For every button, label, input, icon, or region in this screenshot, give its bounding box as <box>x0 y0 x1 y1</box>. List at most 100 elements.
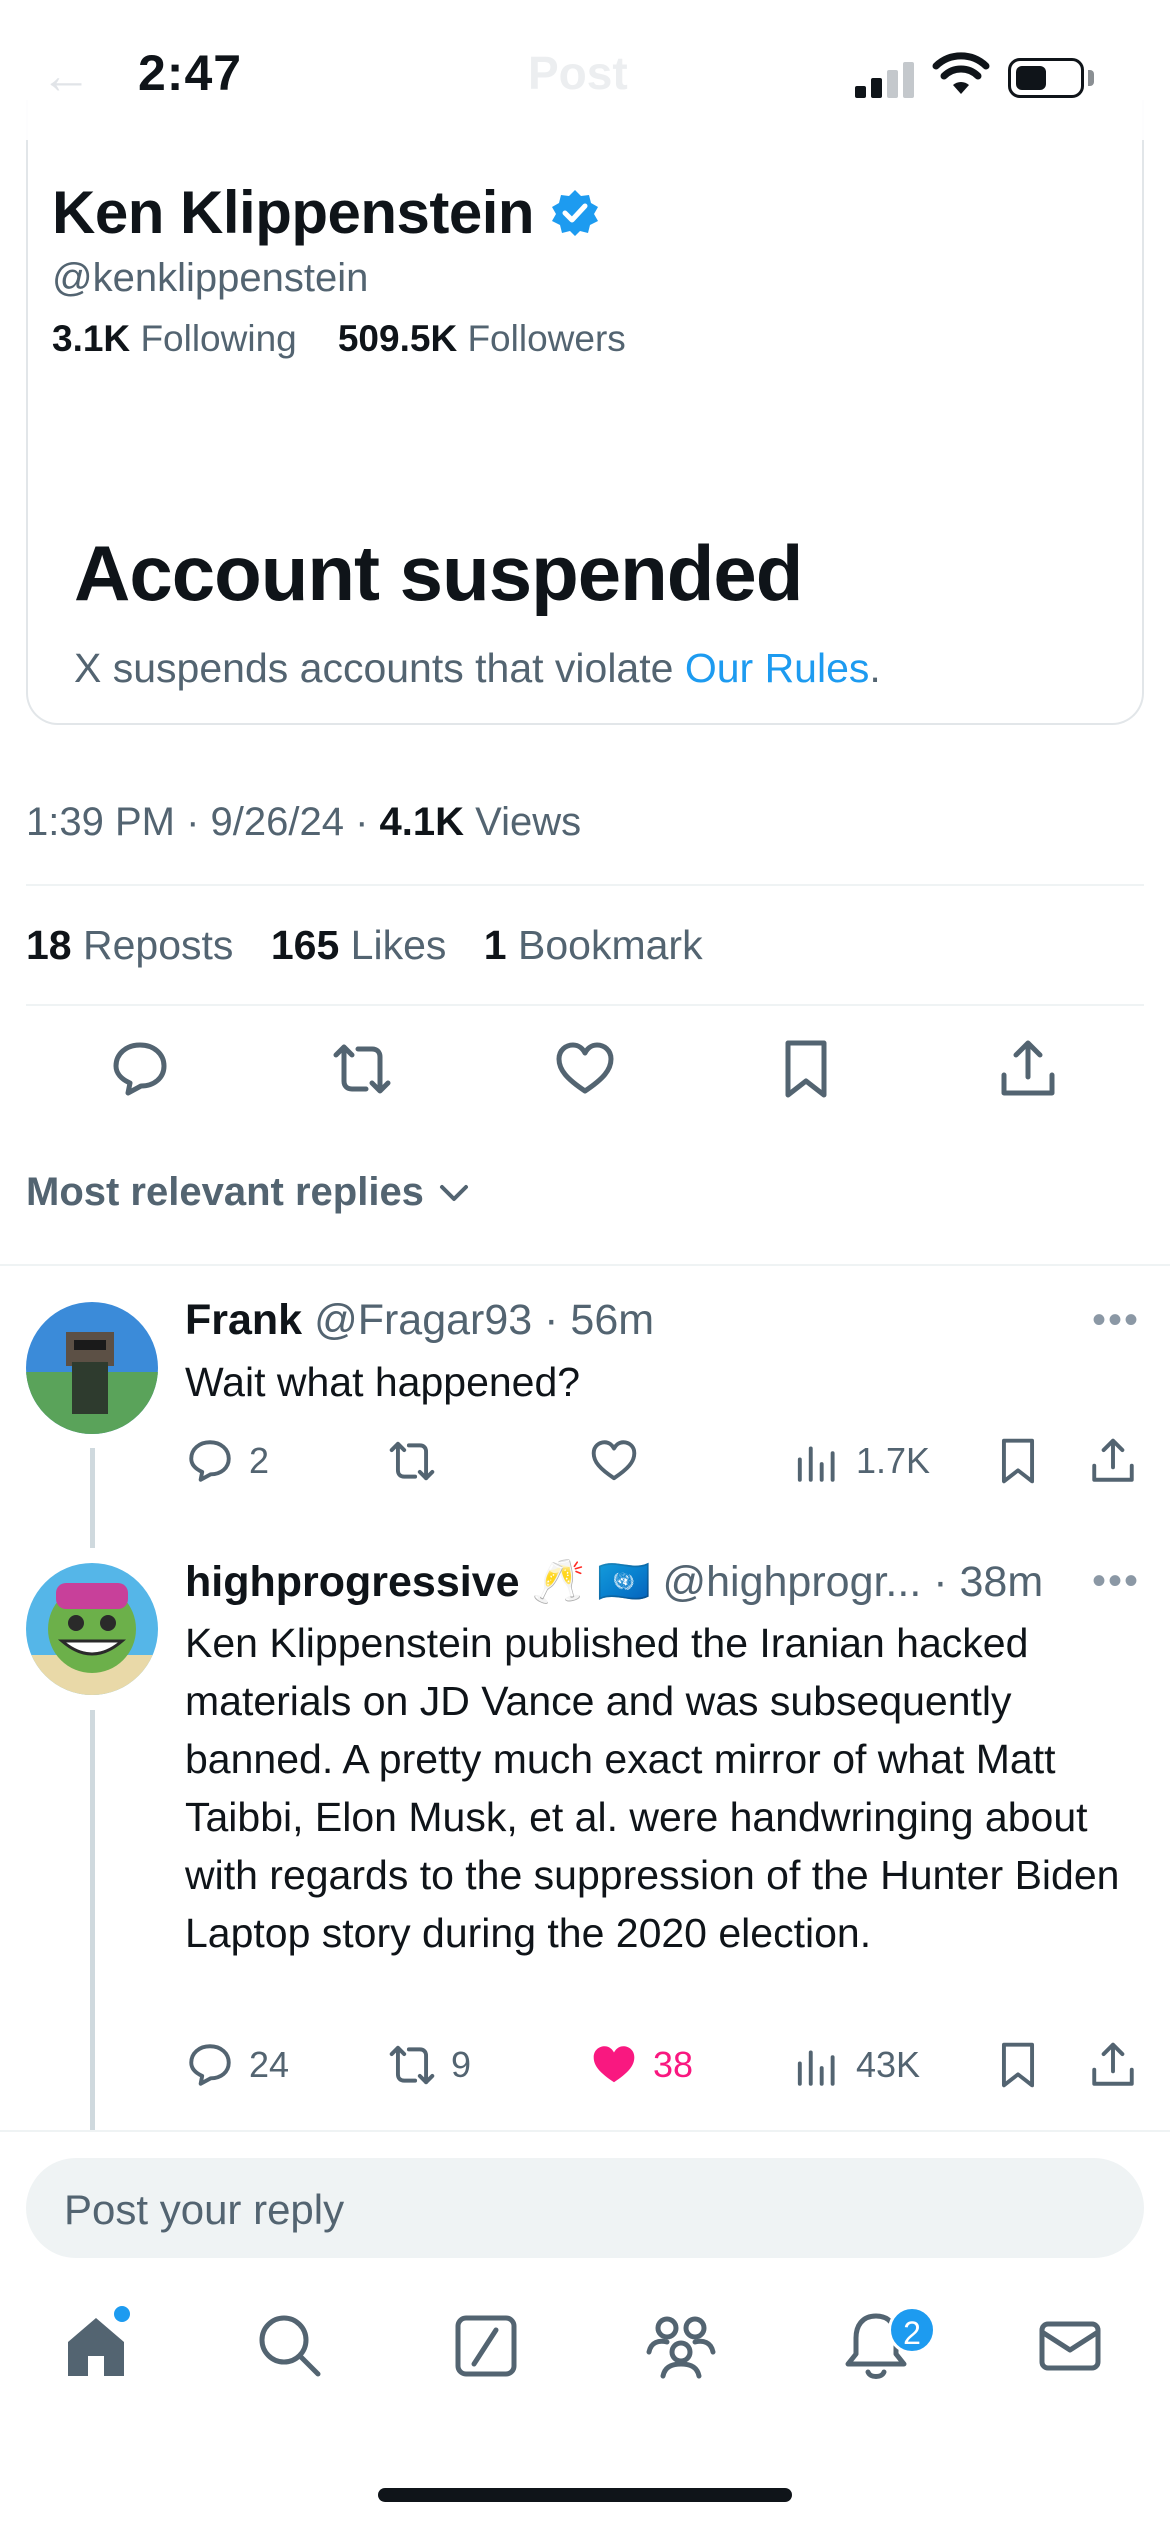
share-icon <box>1092 2042 1134 2086</box>
card-handle: @kenklippenstein <box>52 256 369 300</box>
status-time: 2:47 <box>138 45 243 101</box>
suspended-text-end: . <box>869 645 881 691</box>
thread-line <box>90 1448 95 1548</box>
like-button[interactable]: 38 <box>589 2040 693 2090</box>
tab-grok[interactable] <box>450 2310 522 2382</box>
reply-author-emoji: 🥂 🇺🇳 <box>531 1558 651 1606</box>
wifi-icon <box>932 52 990 94</box>
following-label: Following <box>140 318 297 359</box>
reposts-stat[interactable]: 18 Reposts <box>26 922 233 968</box>
bookmarks-count: 1 <box>483 922 507 968</box>
repost-button[interactable]: 9 <box>387 2040 471 2090</box>
repost-icon <box>389 2045 435 2085</box>
reply-icon <box>189 2044 231 2086</box>
post-time: 1:39 PM <box>26 800 175 844</box>
communities-icon <box>646 2316 716 2379</box>
reposts-count: 18 <box>26 922 72 968</box>
tab-communities[interactable] <box>645 2310 717 2382</box>
avatar[interactable] <box>26 1563 158 1695</box>
divider <box>0 1264 1170 1266</box>
card-display-name: Ken Klippenstein <box>52 179 535 246</box>
reply-count: 24 <box>249 2044 290 2085</box>
reply-icon <box>189 1440 231 1482</box>
tab-messages[interactable] <box>1034 2310 1106 2382</box>
reply-button[interactable]: 24 <box>185 2040 289 2090</box>
battery-icon <box>1008 58 1084 98</box>
grok-icon <box>455 2315 517 2377</box>
card-follow-stats: 3.1K Following 509.5K Followers <box>52 318 626 360</box>
following-count: 3.1K <box>52 318 131 359</box>
battery-tip <box>1088 70 1094 86</box>
our-rules-link[interactable]: Our Rules <box>685 645 870 691</box>
bookmark-button[interactable] <box>993 1436 1043 1486</box>
repost-button[interactable] <box>387 1436 451 1486</box>
reply-header: highprogressive 🥂 🇺🇳 @highprogr... · 38m <box>185 1558 1044 1606</box>
reply-text: Wait what happened? <box>185 1359 581 1405</box>
replies-sort-label: Most relevant replies <box>26 1170 424 1214</box>
divider <box>26 1004 1144 1006</box>
tab-search[interactable] <box>254 2310 326 2382</box>
card-name-row: Ken Klippenstein <box>52 178 600 247</box>
more-options-icon[interactable]: ••• <box>1092 1559 1140 1604</box>
suspended-title: Account suspended <box>74 529 803 617</box>
repost-icon <box>389 1441 435 1481</box>
suspended-text-body: X suspends accounts that violate <box>74 645 685 691</box>
views-chart-icon <box>797 2050 835 2086</box>
search-icon <box>259 2315 321 2377</box>
divider <box>0 2130 1170 2132</box>
like-icon[interactable] <box>553 1037 617 1101</box>
avatar[interactable] <box>26 1302 158 1434</box>
views-chart-icon <box>797 1446 835 1482</box>
likes-label: Likes <box>350 922 447 968</box>
views-button[interactable]: 1.7K <box>792 1436 930 1486</box>
chevron-down-icon <box>439 1184 468 1201</box>
replies-sort-dropdown[interactable]: Most relevant replies <box>26 1170 474 1215</box>
reply-input-placeholder: Post your reply <box>64 2186 345 2233</box>
divider <box>26 884 1144 886</box>
reply-author-name[interactable]: highprogressive <box>185 1558 520 1606</box>
views-label: Views <box>475 800 582 844</box>
reply-author-handle[interactable]: @Fragar93 <box>314 1296 532 1344</box>
suspended-text: X suspends accounts that violate Our Rul… <box>74 645 881 692</box>
share-icon <box>1092 1438 1134 1482</box>
engagement-stats: 18 Reposts 165 Likes 1 Bookmark <box>26 922 729 969</box>
reply-icon[interactable] <box>108 1037 172 1101</box>
repost-count: 9 <box>451 2044 472 2085</box>
views-count: 1.7K <box>856 1440 931 1481</box>
share-button[interactable] <box>1088 1436 1138 1486</box>
reply-author-name[interactable]: Frank <box>185 1296 302 1344</box>
views-button[interactable]: 43K <box>792 2040 920 2090</box>
bookmark-button[interactable] <box>993 2040 1043 2090</box>
reply-input[interactable]: Post your reply <box>26 2158 1144 2258</box>
views-count: 4.1K <box>379 800 465 844</box>
reposts-label: Reposts <box>83 922 234 968</box>
like-icon <box>591 1440 637 1481</box>
thread-line <box>90 1710 95 2130</box>
bookmark-icon[interactable] <box>774 1037 838 1101</box>
reply-time: 56m <box>570 1296 655 1344</box>
reply-author-handle[interactable]: @highprogr... <box>662 1558 921 1606</box>
verified-badge-icon <box>552 189 599 236</box>
notification-badge: 2 <box>888 2306 936 2354</box>
messages-icon <box>1039 2321 1101 2371</box>
home-indicator <box>378 2488 792 2502</box>
status-bar: ← Post 2:47 <box>0 0 1170 140</box>
bookmarks-label: Bookmark <box>518 922 703 968</box>
share-button[interactable] <box>1088 2040 1138 2090</box>
views-count: 43K <box>856 2044 921 2085</box>
likes-stat[interactable]: 165 Likes <box>271 922 447 968</box>
like-count: 38 <box>653 2044 694 2085</box>
like-button[interactable] <box>589 1436 653 1486</box>
back-arrow-icon[interactable]: ← <box>40 46 92 106</box>
avatar-image <box>26 1302 158 1434</box>
header-title: Post <box>528 47 628 99</box>
repost-icon[interactable] <box>330 1037 394 1101</box>
followers-label: Followers <box>467 318 626 359</box>
bookmarks-stat[interactable]: 1 Bookmark <box>484 922 703 968</box>
share-icon[interactable] <box>996 1037 1060 1101</box>
reply-button[interactable]: 2 <box>185 1436 269 1486</box>
home-new-dot <box>114 2306 130 2322</box>
reply-count: 2 <box>249 1440 270 1481</box>
more-options-icon[interactable]: ••• <box>1092 1298 1140 1343</box>
avatar-image <box>26 1563 158 1695</box>
